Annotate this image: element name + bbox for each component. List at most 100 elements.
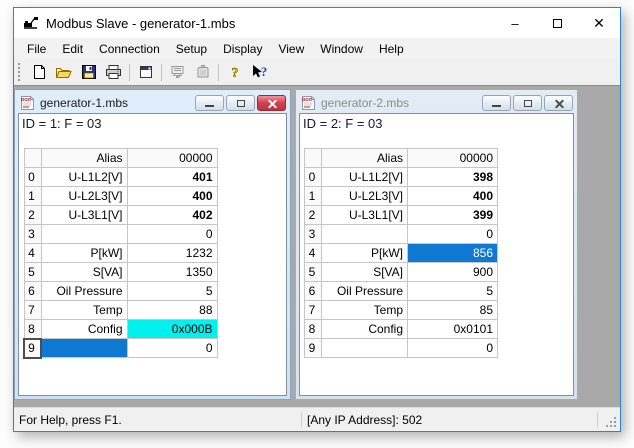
value-cell[interactable]: 400	[407, 186, 498, 206]
child-title-bar[interactable]: DOC generator-2.mbs	[299, 93, 574, 113]
value-cell[interactable]: 1232	[126, 243, 218, 263]
alias-cell[interactable]: U-L3L1[V]	[321, 205, 408, 225]
alias-cell[interactable]	[321, 224, 408, 244]
register-row: 7 Temp 88	[23, 300, 218, 320]
value-cell[interactable]: 856	[407, 243, 498, 263]
value-cell[interactable]: 5	[126, 281, 218, 301]
register-row: 4 P[kW] 1232	[23, 243, 218, 263]
communication-icon	[197, 65, 208, 78]
alias-cell[interactable]: Oil Pressure	[40, 281, 128, 301]
alias-cell[interactable]: Temp	[40, 300, 128, 320]
menu-window[interactable]: Window	[312, 40, 371, 58]
document-client-area: ID = 1: F = 03 Alias 00000 0 U-L1L2[V] 401 1 U…	[18, 113, 287, 396]
new-file-button[interactable]	[26, 61, 51, 84]
display-setup-button[interactable]	[133, 61, 158, 84]
toolbar-separator	[129, 63, 130, 81]
alias-cell[interactable]: Oil Pressure	[321, 281, 408, 301]
alias-cell[interactable]: S[VA]	[321, 262, 408, 282]
document-window-generator-1[interactable]: DOC generator-1.mbs ID = 1: F = 03 Alias…	[14, 89, 291, 400]
child-minimize-button[interactable]	[482, 95, 511, 111]
communication-button[interactable]	[190, 61, 215, 84]
value-cell[interactable]: 5	[407, 281, 498, 301]
print-button[interactable]	[101, 61, 126, 84]
connection-setup-button[interactable]	[165, 61, 190, 84]
register-row: 2 U-L3L1[V] 402	[23, 205, 218, 225]
alias-cell[interactable]: Temp	[321, 300, 408, 320]
column-header: 00000	[407, 148, 498, 168]
connection-status: [Any IP Address]: 502	[307, 412, 423, 427]
register-row: 30	[304, 224, 498, 244]
document-window-generator-2[interactable]: DOC generator-2.mbs ID = 2: F = 03 Alias…	[295, 89, 578, 400]
alias-cell[interactable]	[321, 338, 408, 358]
value-cell[interactable]: 85	[407, 300, 498, 320]
row-header: 3	[304, 224, 322, 244]
row-header: 3	[23, 224, 42, 244]
context-help-button[interactable]: ?	[247, 61, 272, 84]
menu-display[interactable]: Display	[215, 40, 270, 58]
value-cell[interactable]: 0	[407, 338, 498, 358]
grid-corner	[304, 148, 322, 168]
value-cell[interactable]: 88	[126, 300, 218, 320]
row-header: 7	[304, 300, 322, 320]
alias-cell[interactable]: U-L2L3[V]	[321, 186, 408, 206]
open-file-button[interactable]	[51, 61, 76, 84]
value-cell[interactable]: 0x0101	[407, 319, 498, 339]
child-close-button[interactable]	[544, 95, 573, 111]
alias-cell[interactable]: U-L1L2[V]	[40, 167, 128, 187]
value-cell[interactable]: 399	[407, 205, 498, 225]
svg-text:?: ?	[231, 66, 238, 80]
toolbar-separator	[218, 63, 219, 81]
row-header: 4	[23, 243, 42, 263]
value-cell[interactable]: 402	[126, 205, 218, 225]
value-cell[interactable]: 0	[126, 224, 218, 244]
maximize-button[interactable]	[536, 8, 578, 38]
column-header: 00000	[126, 148, 218, 168]
menu-file[interactable]: File	[19, 40, 54, 58]
app-icon	[24, 16, 38, 29]
resize-grip[interactable]	[598, 408, 620, 431]
title-bar[interactable]: Modbus Slave - generator-1.mbs – ✕	[14, 8, 620, 38]
menu-bar: File Edit Connection Setup Display View …	[14, 38, 620, 59]
alias-cell[interactable]: Config	[40, 319, 128, 339]
menu-setup[interactable]: Setup	[168, 40, 215, 58]
value-cell[interactable]: 0	[126, 338, 218, 358]
minimize-button[interactable]: –	[494, 8, 536, 38]
alias-cell[interactable]	[40, 338, 128, 358]
value-cell[interactable]: 400	[126, 186, 218, 206]
value-cell[interactable]: 1350	[126, 262, 218, 282]
child-close-button[interactable]	[257, 95, 286, 111]
register-row: 0 U-L1L2[V] 401	[23, 167, 218, 187]
value-cell[interactable]: 398	[407, 167, 498, 187]
menu-view[interactable]: View	[270, 40, 312, 58]
display-setup-icon	[139, 66, 152, 78]
alias-cell[interactable]: U-L3L1[V]	[40, 205, 128, 225]
menu-edit[interactable]: Edit	[54, 40, 91, 58]
alias-cell[interactable]: P[kW]	[321, 243, 408, 263]
column-header: Alias	[40, 148, 128, 168]
help-button[interactable]: ?	[222, 61, 247, 84]
value-cell[interactable]: 0	[407, 224, 498, 244]
menu-connection[interactable]: Connection	[91, 40, 168, 58]
alias-cell[interactable]: U-L1L2[V]	[321, 167, 408, 187]
child-maximize-button[interactable]	[513, 95, 542, 111]
child-minimize-button[interactable]	[195, 95, 224, 111]
value-cell[interactable]: 401	[126, 167, 218, 187]
save-button[interactable]	[76, 61, 101, 84]
window-title: Modbus Slave - generator-1.mbs	[46, 15, 236, 31]
toolbar-grip[interactable]	[18, 63, 23, 81]
child-title-bar[interactable]: DOC generator-1.mbs	[18, 93, 287, 113]
register-row: 1 U-L2L3[V] 400	[23, 186, 218, 206]
alias-cell[interactable]: Config	[321, 319, 408, 339]
value-cell[interactable]: 0x000B	[126, 319, 218, 339]
value-cell[interactable]: 900	[407, 262, 498, 282]
alias-cell[interactable]: S[VA]	[40, 262, 128, 282]
modbus-slave-window: Modbus Slave - generator-1.mbs – ✕ File …	[13, 7, 621, 432]
register-row: 4 P[kW] 856	[304, 243, 498, 263]
menu-help[interactable]: Help	[371, 40, 412, 58]
alias-cell[interactable]: P[kW]	[40, 243, 128, 263]
row-header: 6	[304, 281, 322, 301]
child-maximize-button[interactable]	[226, 95, 255, 111]
alias-cell[interactable]: U-L2L3[V]	[40, 186, 128, 206]
alias-cell[interactable]	[40, 224, 128, 244]
close-button[interactable]: ✕	[578, 8, 620, 38]
